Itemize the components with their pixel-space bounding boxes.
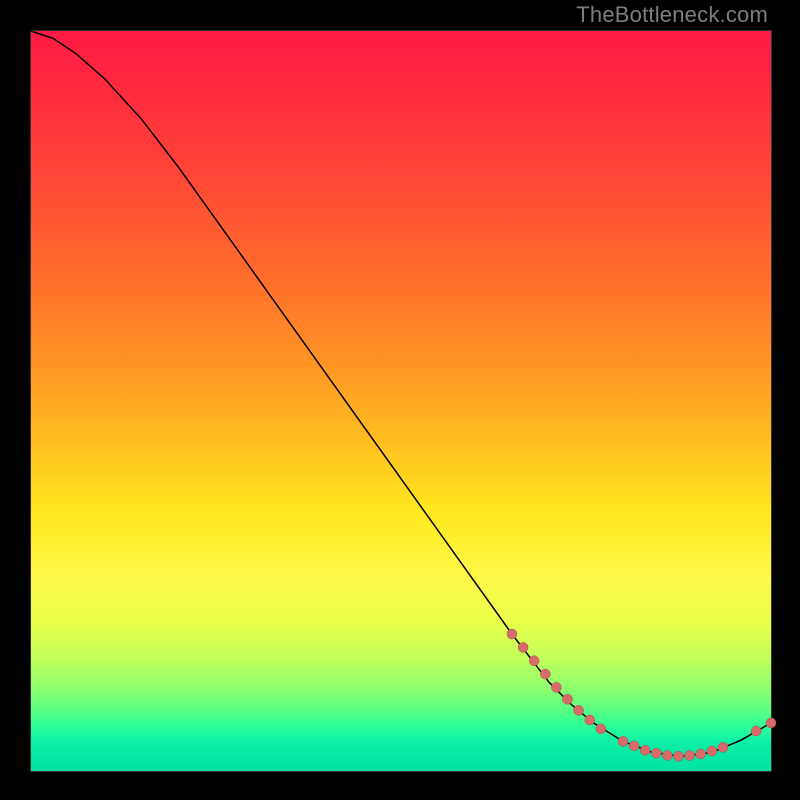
data-point (651, 748, 661, 758)
data-point (585, 715, 595, 725)
data-point (596, 724, 606, 734)
data-point (507, 629, 517, 639)
data-point (718, 742, 728, 752)
data-point-group (507, 629, 776, 761)
data-point (618, 736, 628, 746)
data-point (629, 741, 639, 751)
watermark-text: TheBottleneck.com (576, 2, 768, 28)
data-point (662, 750, 672, 760)
data-point (707, 746, 717, 756)
data-point (696, 749, 706, 759)
data-point (685, 750, 695, 760)
chart-container: TheBottleneck.com (0, 0, 800, 800)
data-point (574, 705, 584, 715)
data-point (766, 718, 776, 728)
data-point (540, 669, 550, 679)
data-point (563, 694, 573, 704)
data-point (751, 726, 761, 736)
plot-frame (30, 30, 772, 772)
data-point (674, 751, 684, 761)
data-point (529, 656, 539, 666)
data-point (551, 682, 561, 692)
data-point (640, 745, 650, 755)
bottleneck-curve-line (31, 31, 771, 756)
plot-overlay (31, 31, 771, 771)
data-point (518, 642, 528, 652)
